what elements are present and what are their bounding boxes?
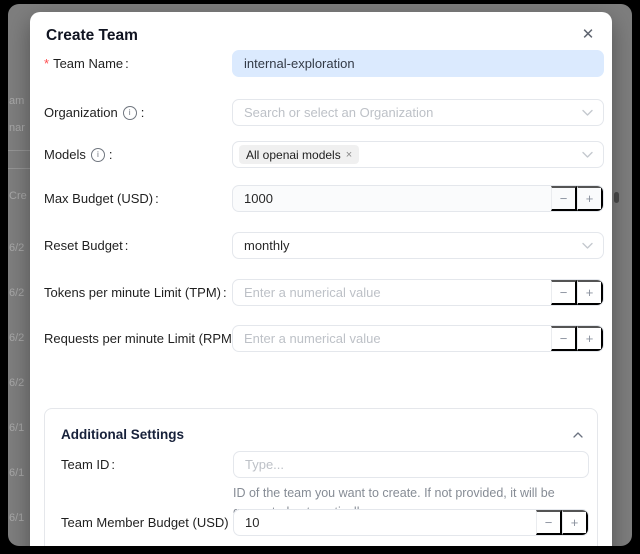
additional-settings-title: Additional Settings — [61, 427, 184, 442]
scrollbar-thumb[interactable] — [614, 192, 619, 203]
max-budget-input[interactable] — [233, 186, 551, 211]
backdrop-text-fragment: 6/1 — [9, 467, 24, 479]
decrement-button[interactable]: − — [551, 186, 577, 211]
models-label-text: Models — [44, 147, 86, 162]
decrement-button[interactable]: − — [551, 280, 577, 305]
team-member-budget-label-text: Team Member Budget (USD) — [61, 515, 229, 530]
label-colon: : — [125, 56, 129, 71]
modal-title: Create Team — [46, 27, 138, 45]
backdrop-text-fragment: 6/1 — [9, 422, 24, 434]
reset-budget-label: Reset Budget : — [44, 232, 128, 259]
required-asterisk: * — [44, 56, 49, 71]
info-icon[interactable]: i — [123, 106, 137, 120]
team-id-input[interactable] — [233, 451, 589, 478]
info-icon[interactable]: i — [91, 148, 105, 162]
tag-remove-icon[interactable]: × — [346, 149, 352, 161]
label-colon: : — [125, 238, 129, 253]
reset-budget-label-text: Reset Budget — [44, 238, 123, 253]
organization-select[interactable]: Search or select an Organization — [232, 99, 604, 126]
close-icon[interactable]: ✕ — [577, 23, 599, 45]
organization-label: Organization i : — [44, 99, 144, 126]
reset-budget-row: Reset Budget : monthly — [44, 232, 604, 259]
rpm-row: Requests per minute Limit (RPM) : − + — [44, 325, 604, 352]
tpm-stepper: − + — [232, 279, 604, 306]
increment-button[interactable]: + — [577, 280, 603, 305]
backdrop-text-fragment: 6/1 — [9, 512, 24, 524]
rpm-label: Requests per minute Limit (RPM) : — [44, 325, 242, 352]
chevron-down-icon — [582, 242, 593, 249]
backdrop-text-fragment: 6/2 — [9, 377, 24, 389]
dimmed-app-window: am nar Cre 6/2 6/2 6/2 6/2 6/1 6/1 6/1 C… — [8, 4, 632, 546]
tpm-input[interactable] — [233, 280, 551, 305]
models-row: Models i : All openai models × — [44, 141, 604, 168]
team-member-budget-row: Team Member Budget (USD) ? : − + — [61, 509, 583, 536]
team-name-label: * Team Name : — [44, 50, 129, 77]
max-budget-stepper: − + — [232, 185, 604, 212]
team-name-input[interactable] — [232, 50, 604, 77]
backdrop-text-fragment: 6/2 — [9, 242, 24, 254]
reset-budget-select[interactable]: monthly — [232, 232, 604, 259]
team-id-row: Team ID : — [61, 451, 583, 478]
tpm-row: Tokens per minute Limit (TPM) : − + — [44, 279, 604, 306]
team-member-budget-input[interactable] — [234, 510, 536, 535]
create-team-modal: Create Team ✕ * Team Name : Organization… — [30, 12, 612, 546]
backdrop-divider — [8, 150, 30, 151]
organization-label-text: Organization — [44, 105, 118, 120]
chevron-down-icon — [582, 109, 593, 116]
additional-settings-header[interactable]: Additional Settings — [61, 427, 583, 442]
rpm-stepper: − + — [232, 325, 604, 352]
models-label: Models i : — [44, 141, 113, 168]
max-budget-row: Max Budget (USD) : − + — [44, 185, 604, 212]
label-colon: : — [141, 105, 145, 120]
backdrop-divider — [8, 168, 30, 169]
decrement-button[interactable]: − — [551, 326, 577, 351]
backdrop-text-fragment: 6/2 — [9, 287, 24, 299]
tpm-label-text: Tokens per minute Limit (TPM) — [44, 285, 221, 300]
team-member-budget-stepper: − + — [233, 509, 589, 536]
increment-button[interactable]: + — [577, 326, 603, 351]
increment-button[interactable]: + — [562, 510, 588, 535]
chevron-up-icon — [573, 432, 583, 438]
selected-model-tag: All openai models × — [239, 145, 359, 164]
organization-row: Organization i : Search or select an Org… — [44, 99, 604, 126]
reset-budget-value: monthly — [244, 238, 290, 253]
selected-model-tag-text: All openai models — [246, 148, 341, 162]
label-colon: : — [155, 191, 159, 206]
backdrop-text-fragment: Cre — [9, 190, 27, 202]
label-colon: : — [109, 147, 113, 162]
backdrop-text-fragment: am — [9, 95, 24, 107]
organization-placeholder: Search or select an Organization — [244, 105, 433, 120]
label-colon: : — [111, 457, 115, 472]
team-member-budget-label: Team Member Budget (USD) ? : — [61, 509, 255, 536]
team-name-label-text: Team Name — [53, 56, 123, 71]
rpm-label-text: Requests per minute Limit (RPM) — [44, 331, 236, 346]
decrement-button[interactable]: − — [536, 510, 562, 535]
increment-button[interactable]: + — [577, 186, 603, 211]
team-id-label: Team ID : — [61, 451, 115, 478]
rpm-input[interactable] — [233, 326, 551, 351]
team-name-row: * Team Name : — [44, 50, 604, 77]
team-id-label-text: Team ID — [61, 457, 109, 472]
max-budget-label-text: Max Budget (USD) — [44, 191, 153, 206]
additional-settings-panel: Additional Settings Team ID : ID of the … — [44, 408, 598, 546]
label-colon: : — [223, 285, 227, 300]
tpm-label: Tokens per minute Limit (TPM) : — [44, 279, 227, 306]
max-budget-label: Max Budget (USD) : — [44, 185, 159, 212]
backdrop-text-fragment: 6/2 — [9, 332, 24, 344]
chevron-down-icon — [582, 151, 593, 158]
models-select[interactable]: All openai models × — [232, 141, 604, 168]
backdrop-text-fragment: nar — [9, 122, 25, 134]
